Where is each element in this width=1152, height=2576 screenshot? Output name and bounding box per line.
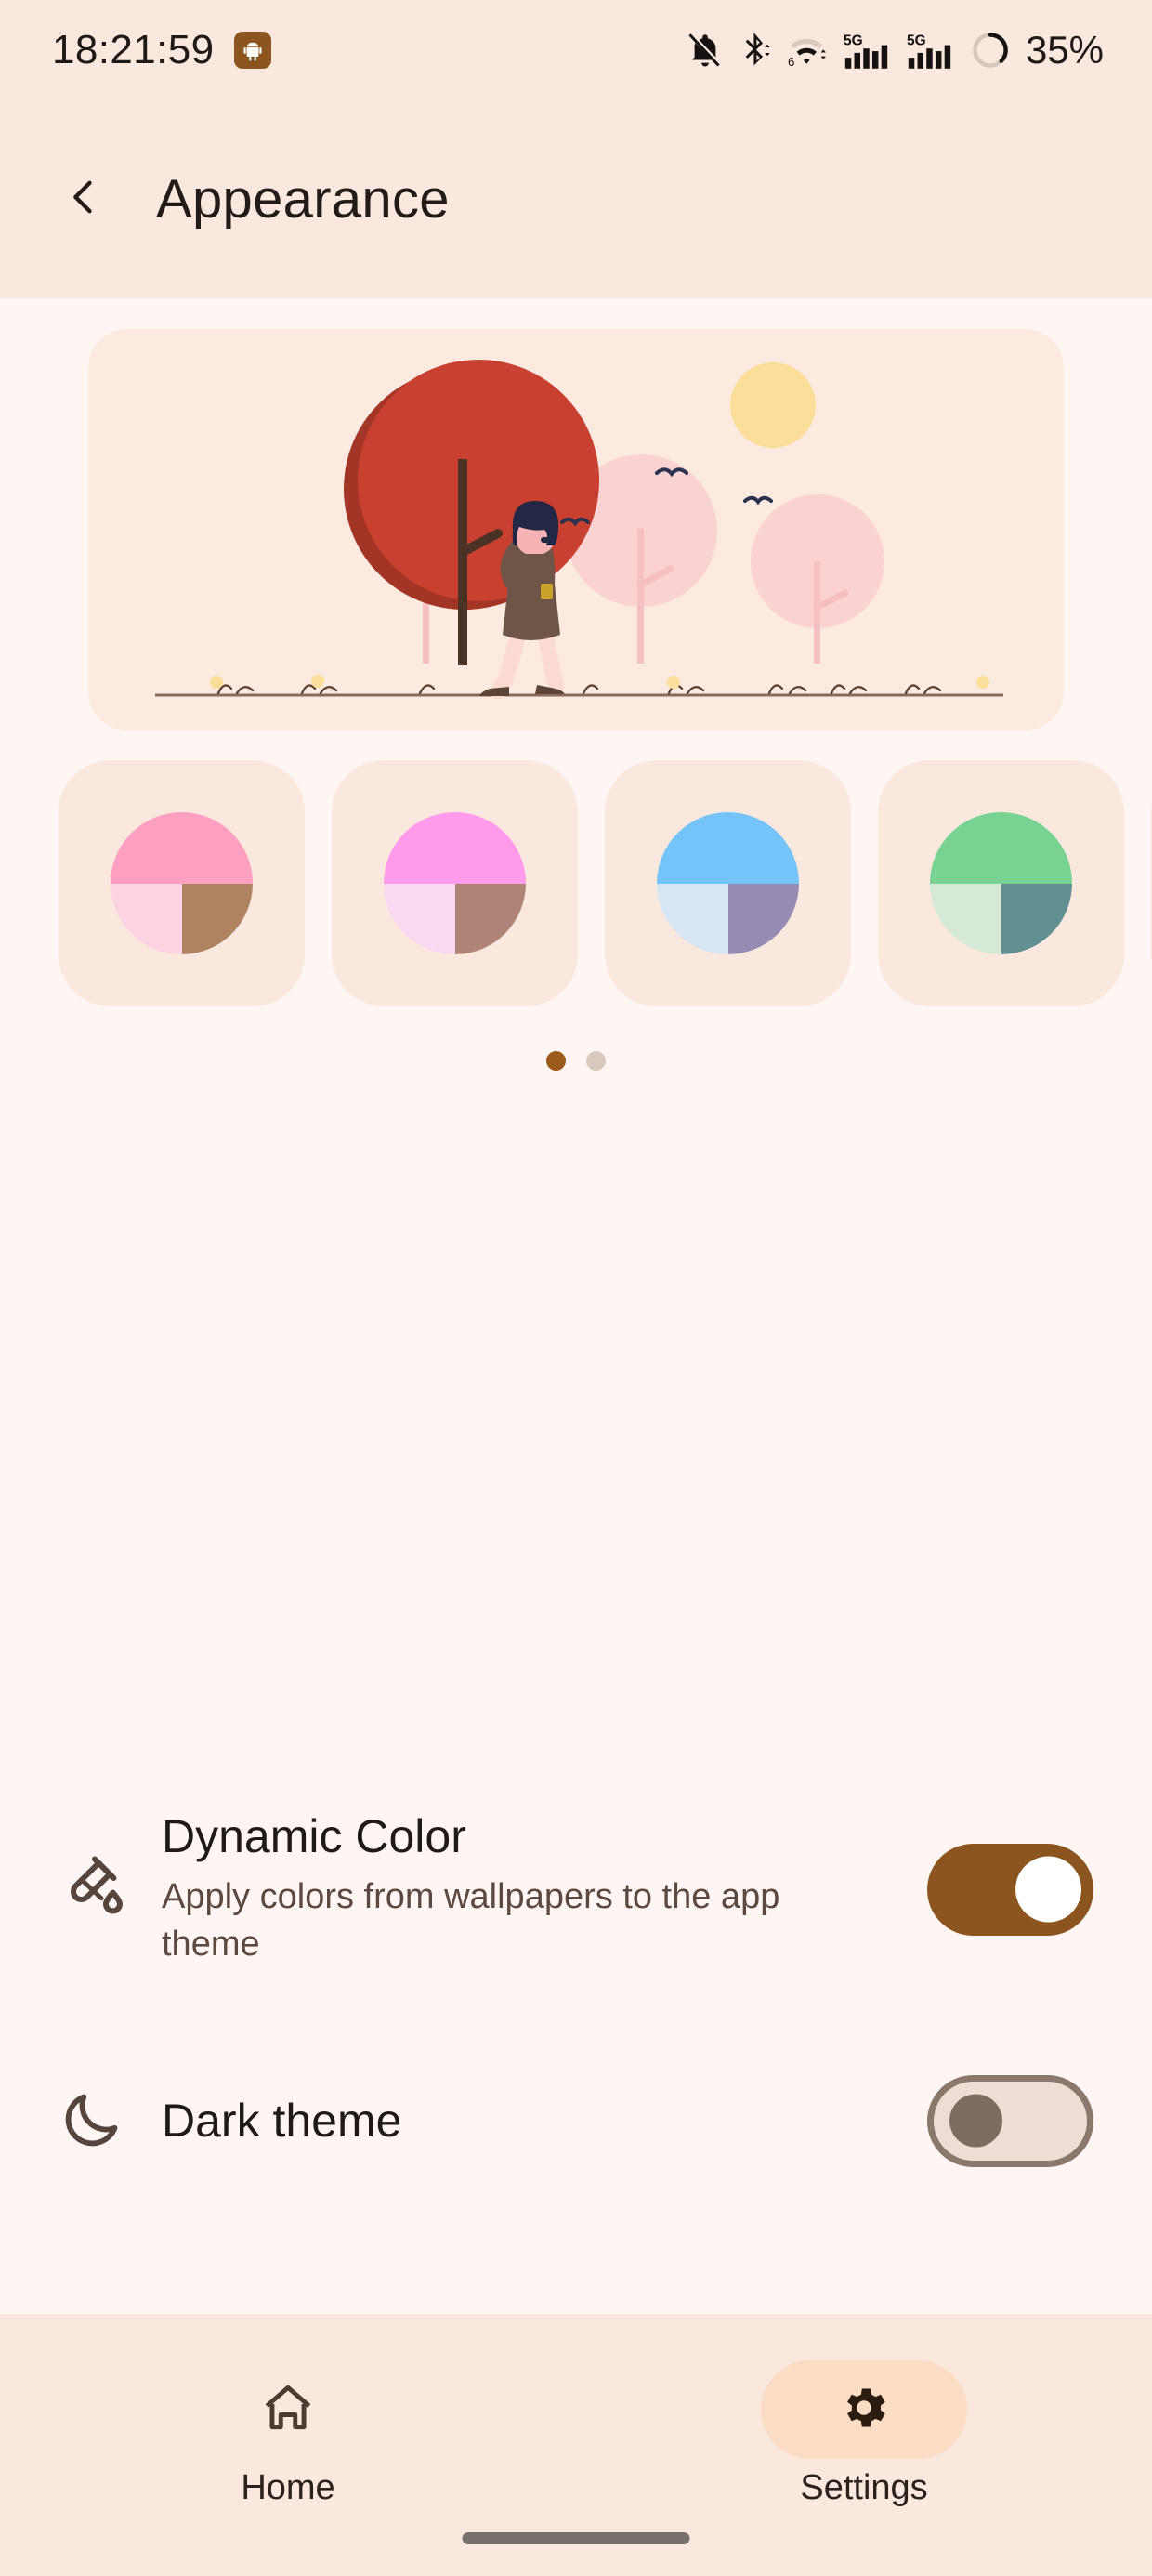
theme-swatch-green[interactable] [878,760,1124,1006]
moon-crescent-icon [58,2087,147,2154]
carousel-page-indicator [0,1051,1152,1071]
svg-text:6: 6 [788,55,794,69]
svg-text:5G: 5G [844,33,863,49]
nav-label-settings: Settings [800,2468,928,2507]
setting-row-dark-theme[interactable]: Dark theme [0,2051,1152,2190]
setting-subtitle: Apply colors from wallpapers to the app … [162,1876,780,1964]
theme-swatch-preview [111,812,253,954]
wifi-6-icon: 6 [786,31,831,70]
bluetooth-icon [738,31,773,70]
page-title: Appearance [156,169,450,230]
page-dot-inactive[interactable] [586,1051,606,1071]
theme-swatch-magenta[interactable] [332,760,578,1006]
theme-swatch-preview [384,812,526,954]
signal-5g-icon: 5G [844,30,894,71]
nav-item-settings[interactable]: Settings [576,2360,1152,2508]
setting-title: Dark theme [162,2095,402,2147]
battery-percent-label: 35% [1025,28,1104,72]
wallpaper-preview-card[interactable] [88,329,1064,730]
status-bar: 18:21:59 6 5G 5G 35% [0,0,1152,100]
appearance-settings-screen: 18:21:59 6 5G 5G 35% Appearance Dynamic … [0,0,1152,2576]
notifications-off-icon [686,31,725,70]
back-button[interactable] [54,170,113,230]
battery-ring-icon [970,30,1011,71]
toggle-thumb [1015,1856,1081,1923]
svg-text:5G: 5G [907,33,926,49]
woman-walking-in-park-illustration [155,360,1003,700]
status-clock: 18:21:59 [52,27,215,72]
setting-title: Dynamic Color [162,1810,466,1863]
android-robot-icon [234,32,272,69]
dynamic-color-toggle[interactable] [927,1843,1093,1936]
theme-swatch-preview [930,812,1072,954]
nav-pill-settings [761,2360,967,2459]
toggle-thumb [949,2094,1002,2148]
test-tube-colorize-icon [58,1853,147,1925]
nav-label-home: Home [241,2468,335,2507]
theme-swatch-preview [657,812,799,954]
page-dot-active[interactable] [546,1051,566,1071]
setting-row-dynamic-color[interactable]: Dynamic Color Apply colors from wallpape… [0,1796,1152,1982]
home-icon [259,2379,317,2441]
main-content: Dynamic Color Apply colors from wallpape… [0,298,1152,2314]
gear-icon [837,2381,891,2439]
theme-swatch-blue[interactable] [605,760,851,1006]
status-bar-right: 6 5G 5G 35% [686,28,1104,72]
signal-5g-secondary-icon: 5G [907,30,957,71]
nav-item-home[interactable]: Home [0,2360,576,2508]
setting-text-dark-theme: Dark theme [147,2094,927,2148]
theme-swatch-carousel[interactable] [0,760,1152,1006]
status-bar-left: 18:21:59 [52,27,272,73]
chevron-left-icon [59,173,108,226]
theme-swatch-pink[interactable] [59,760,305,1006]
home-gesture-bar[interactable] [462,2532,690,2544]
setting-text-dynamic-color: Dynamic Color Apply colors from wallpape… [147,1810,927,1967]
dark-theme-toggle[interactable] [927,2074,1093,2167]
app-bar: Appearance [0,100,1152,298]
nav-pill-home [185,2360,391,2459]
